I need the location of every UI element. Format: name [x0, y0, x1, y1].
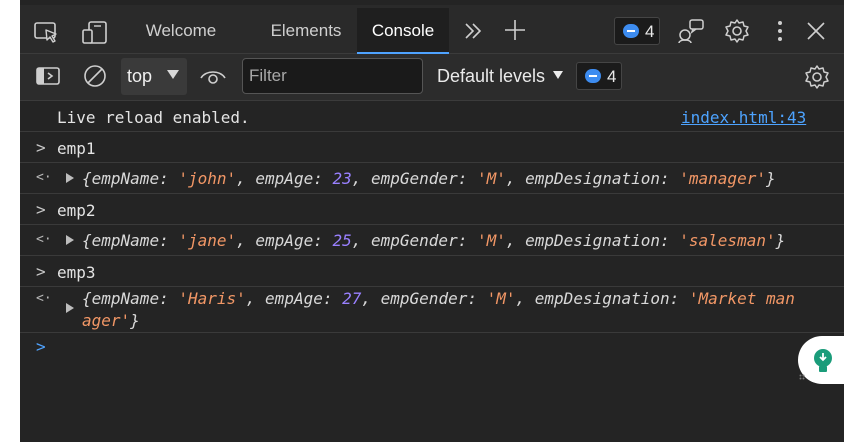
message-icon: [585, 69, 601, 83]
log-levels-dropdown[interactable]: Default levels: [437, 66, 564, 87]
clear-console-icon[interactable]: [83, 64, 107, 88]
expand-triangle-icon[interactable]: [66, 303, 74, 313]
tab-bar: Welcome Elements Console 4: [20, 5, 844, 54]
console-result-row: <· {empName: 'Haris', empAge: 27, empGen…: [20, 287, 844, 333]
console-prompt-input[interactable]: >: [36, 337, 46, 356]
tab-welcome[interactable]: Welcome: [130, 13, 232, 49]
tab-elements[interactable]: Elements: [256, 13, 356, 49]
console-result-row: <· {empName: 'john', empAge: 23, empGend…: [20, 163, 844, 194]
log-source-link[interactable]: index.html:43: [681, 108, 806, 127]
drag-handle-icon[interactable]: [799, 374, 805, 382]
more-tabs-icon[interactable]: [463, 21, 483, 41]
more-options-icon[interactable]: [776, 19, 784, 43]
console-output: Live reload enabled. index.html:43 > emp…: [20, 101, 844, 442]
dropdown-arrow-icon: [553, 71, 564, 79]
console-log-row: Live reload enabled. index.html:43: [20, 101, 844, 132]
return-arrow-icon: <·: [36, 170, 52, 185]
log-levels-label: Default levels: [437, 66, 546, 86]
filter-input[interactable]: [242, 58, 423, 94]
object-preview[interactable]: {empName: 'Haris', empAge: 27, empGender…: [82, 288, 795, 332]
toolbar-issues-count: 4: [607, 67, 617, 86]
input-chevron-icon: >: [36, 262, 46, 281]
toolbar-issues-badge[interactable]: 4: [576, 62, 622, 90]
dropdown-arrow-icon: [167, 70, 179, 79]
live-expression-eye-icon[interactable]: [200, 67, 226, 85]
settings-gear-icon[interactable]: [724, 18, 750, 44]
context-label: top: [127, 66, 153, 86]
input-chevron-icon: >: [36, 200, 46, 219]
lightbulb-icon: [814, 349, 832, 372]
input-expression: emp1: [57, 139, 96, 158]
tab-console[interactable]: Console: [357, 8, 449, 54]
object-preview[interactable]: {empName: 'john', empAge: 23, empGender:…: [82, 169, 776, 188]
console-toolbar: top Default levels 4: [20, 54, 844, 101]
insights-floating-button[interactable]: [798, 336, 844, 384]
return-arrow-icon: <·: [36, 232, 52, 247]
input-chevron-icon: >: [36, 138, 46, 157]
issues-badge[interactable]: 4: [614, 17, 660, 45]
object-preview[interactable]: {empName: 'jane', empAge: 25, empGender:…: [82, 231, 785, 250]
log-message: Live reload enabled.: [57, 108, 250, 127]
console-result-row: <· {empName: 'jane', empAge: 25, empGend…: [20, 225, 844, 256]
console-input-row: > emp3: [20, 256, 844, 287]
console-input-row: > emp2: [20, 194, 844, 225]
devtools-window: Welcome Elements Console 4 top Filter De…: [20, 0, 844, 442]
return-arrow-icon: <·: [36, 291, 52, 306]
issues-count: 4: [645, 22, 655, 41]
sidebar-toggle-icon[interactable]: [36, 67, 60, 85]
context-selector[interactable]: top: [121, 58, 187, 95]
input-expression: emp3: [57, 263, 96, 282]
expand-triangle-icon[interactable]: [66, 173, 74, 183]
console-input-row: > emp1: [20, 132, 844, 163]
input-expression: emp2: [57, 201, 96, 220]
feedback-icon[interactable]: [677, 18, 705, 44]
inspect-element-icon[interactable]: [34, 22, 60, 44]
add-tab-icon[interactable]: [504, 19, 526, 41]
expand-triangle-icon[interactable]: [66, 235, 74, 245]
console-settings-icon[interactable]: [804, 64, 830, 90]
message-icon: [623, 24, 639, 38]
device-emulation-icon[interactable]: [82, 21, 108, 45]
close-icon[interactable]: [806, 21, 826, 41]
